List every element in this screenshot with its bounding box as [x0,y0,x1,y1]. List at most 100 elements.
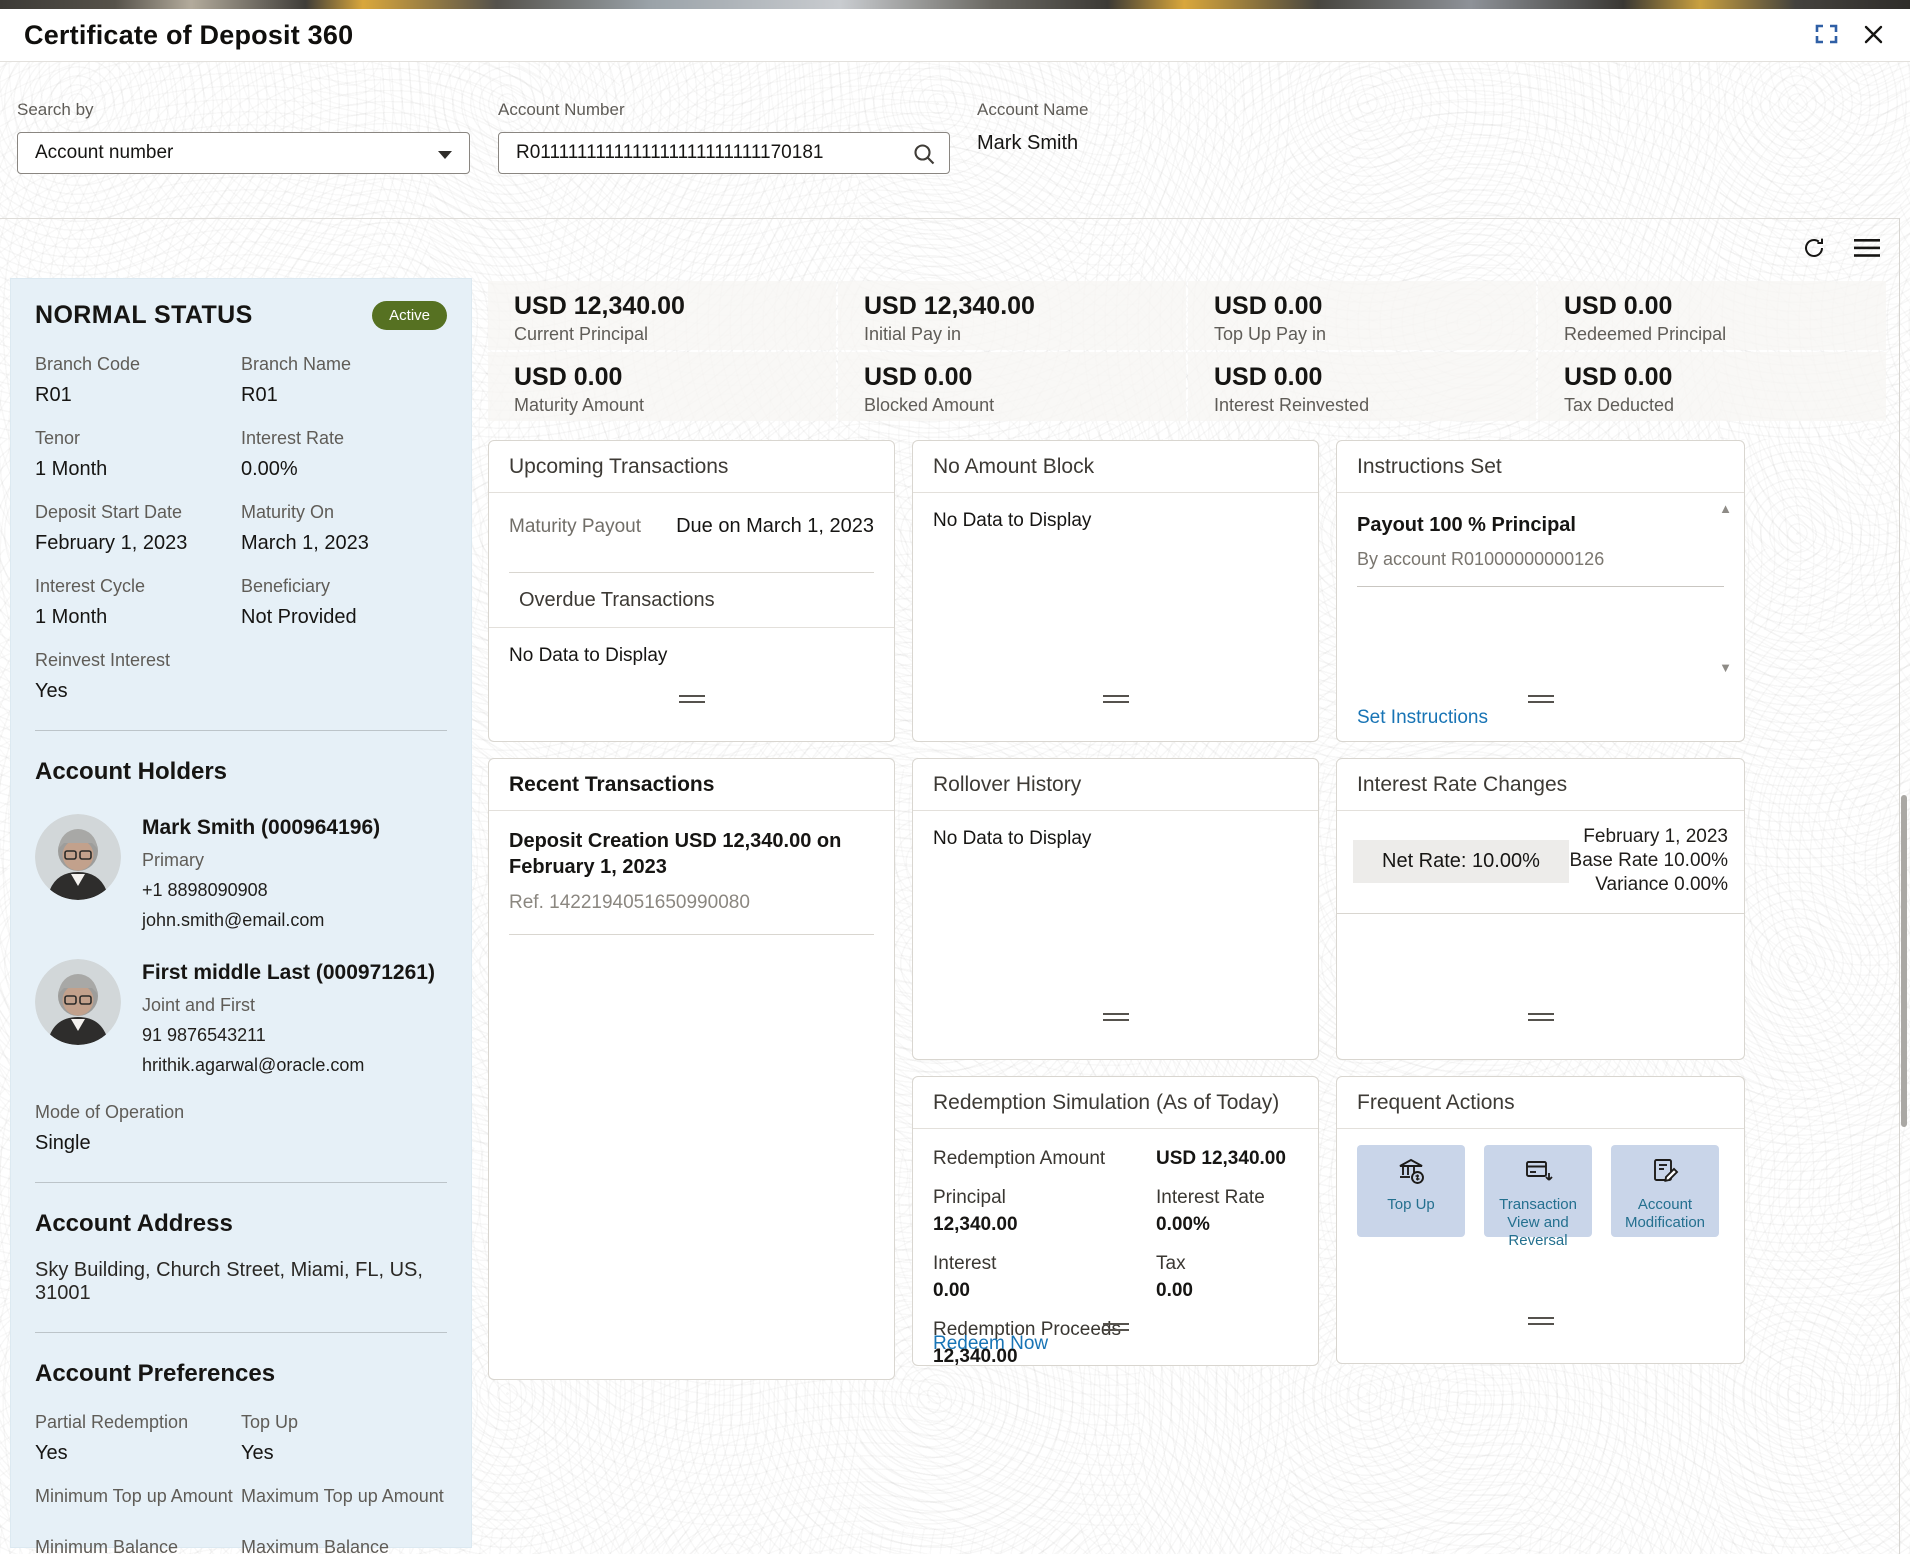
principal-field: Principal 12,340.00 [933,1187,1156,1236]
redemption-amount-value: USD 12,340.00 [1156,1148,1286,1169]
card-title: Upcoming Transactions [489,441,894,493]
mode-of-operation: Mode of Operation Single [35,1102,447,1155]
transaction-view-and-reversal-button[interactable]: Transaction View and Reversal [1484,1145,1592,1249]
card-drag-handle[interactable] [1102,695,1129,703]
field-label: Deposit Start Date [35,502,183,522]
modal-header: Certificate of Deposit 360 [0,9,1910,62]
stat-tile: USD 12,340.00 Initial Pay in [838,281,1186,350]
status-fields: Branch Code R01 Branch Name R01 Tenor 1 Mon… [35,354,447,703]
panel-divider [35,1182,447,1183]
chevron-down-icon [438,151,452,159]
recent-transactions-card: Recent Transactions Deposit Creation USD… [488,758,895,1380]
field-value: Single [35,1132,91,1154]
card-drag-handle[interactable] [1527,1317,1554,1325]
scroll-down-icon[interactable]: ▼ [1719,660,1732,675]
menu-button[interactable] [1854,236,1880,263]
field-value: March 1, 2023 [241,532,369,554]
stat-label: Top Up Pay in [1214,324,1327,344]
field-label: Maturity On [241,502,335,522]
card-drag-handle[interactable] [1102,1013,1129,1021]
account-status-panel: NORMAL STATUS Active Branch Code R01 Bran… [10,278,472,1554]
account-holder: First middle Last (000971261) Joint and … [35,959,447,1076]
field-value: 1 Month [35,458,108,480]
refresh-icon [1802,236,1826,263]
field-label: Mode of Operation [35,1102,185,1122]
set-instructions-link[interactable]: Set Instructions [1357,707,1488,729]
field-value: Yes [241,1442,274,1464]
holder-role: Joint and First [142,995,256,1015]
account-number-input[interactable]: R0111111111111111111111111170181 [498,132,950,174]
card-title: Redemption Simulation (As of Today) [913,1077,1318,1129]
card-title: Frequent Actions [1337,1077,1744,1129]
field-value: 0.00 [933,1280,970,1301]
account-preferences-fields: Partial Redemption Yes Top Up Yes Minimum … [35,1412,447,1554]
field-value: 0.00 [1156,1280,1193,1301]
variance: Variance 0.00% [1595,874,1728,895]
close-button[interactable] [1863,24,1884,48]
stat-value: USD 12,340.00 [514,292,685,320]
holder-phone: +1 8898090908 [142,880,268,900]
field-value: Not Provided [241,606,357,628]
card-title: Interest Rate Changes [1337,759,1744,811]
card-drag-handle[interactable] [1527,695,1554,703]
field-value: Yes [35,1442,68,1464]
scrollbar-track [1899,218,1900,1554]
card-drag-handle[interactable] [678,695,705,703]
dashboard-toolbar [1802,236,1880,263]
account-holders-heading: Account Holders [35,758,228,785]
holder-role: Primary [142,850,204,870]
stat-value: USD 0.00 [864,363,973,391]
expand-button[interactable] [1814,23,1839,48]
search-by-selected-value: Account number [35,142,174,163]
interest-rate-changes-card: Interest Rate Changes Net Rate: 10.00% F… [1336,758,1745,1060]
scroll-up-icon[interactable]: ▲ [1719,501,1732,516]
transaction-title: Deposit Creation USD 12,340.00 on Februa… [509,830,842,878]
avatar [35,959,121,1045]
card-title: Rollover History [913,759,1318,811]
search-button[interactable] [911,141,937,170]
top-up-bank-icon [1396,1156,1426,1189]
field-label: Maximum Balance Threshold [241,1537,390,1554]
interest-rate-field: Interest Rate 0.00% [1156,1187,1298,1236]
search-by-label: Search by [17,100,94,119]
stat-value: USD 12,340.00 [864,292,1035,320]
no-data-text: No Data to Display [933,510,1092,531]
field-label: Branch Code [35,354,141,374]
field-label: Principal [933,1187,1006,1208]
stat-tile: USD 0.00 Maturity Amount [488,352,836,421]
instruction-title: Payout 100 % Principal [1357,514,1576,536]
upcoming-transactions-card: Upcoming Transactions Maturity Payout Du… [488,440,895,742]
account-modification-button[interactable]: Account Modification [1611,1145,1719,1237]
instructions-set-card: Instructions Set Payout 100 % Principal … [1336,440,1745,742]
redemption-simulation-card: Redemption Simulation (As of Today) Rede… [912,1076,1319,1367]
field-value: 0.00% [241,458,298,480]
holder-email: john.smith@email.com [142,910,325,930]
field-label: Partial Redemption [35,1412,189,1432]
instruction-subtitle: By account R01000000000126 [1357,549,1724,587]
field-label: Minimum Balance Threshold [35,1537,179,1554]
card-drag-handle[interactable] [1527,1013,1554,1021]
account-address-value: Sky Building, Church Street, Miami, FL, … [35,1259,423,1304]
card-title: No Amount Block [913,441,1318,493]
card-title: Recent Transactions [489,759,894,811]
rollover-history-card: Rollover History No Data to Display [912,758,1319,1060]
field-label: Beneficiary [241,576,331,596]
redeem-now-link[interactable]: Redeem Now [933,1333,1048,1355]
underlying-desktop-strip [0,0,1910,9]
stat-value: USD 0.00 [1214,292,1323,320]
top-up-button[interactable]: Top Up [1357,1145,1465,1237]
field-value: Yes [35,680,68,702]
stat-label: Redeemed Principal [1564,324,1727,344]
refresh-button[interactable] [1802,236,1826,263]
stat-value: USD 0.00 [1564,292,1673,320]
account-name-value: Mark Smith [977,132,1079,154]
transaction-reference: Ref. 1422194051650990080 [509,892,874,935]
scrollbar-thumb[interactable] [1901,795,1907,1127]
search-by-select[interactable]: Account number [17,132,470,174]
field-label: Interest Rate [1156,1187,1265,1208]
search-icon [911,141,937,170]
field-value: February 1, 2023 [35,532,188,554]
stat-label: Interest Reinvested [1214,395,1370,415]
holder-phone: 91 9876543211 [142,1025,266,1045]
card-drag-handle[interactable] [1102,1323,1129,1331]
